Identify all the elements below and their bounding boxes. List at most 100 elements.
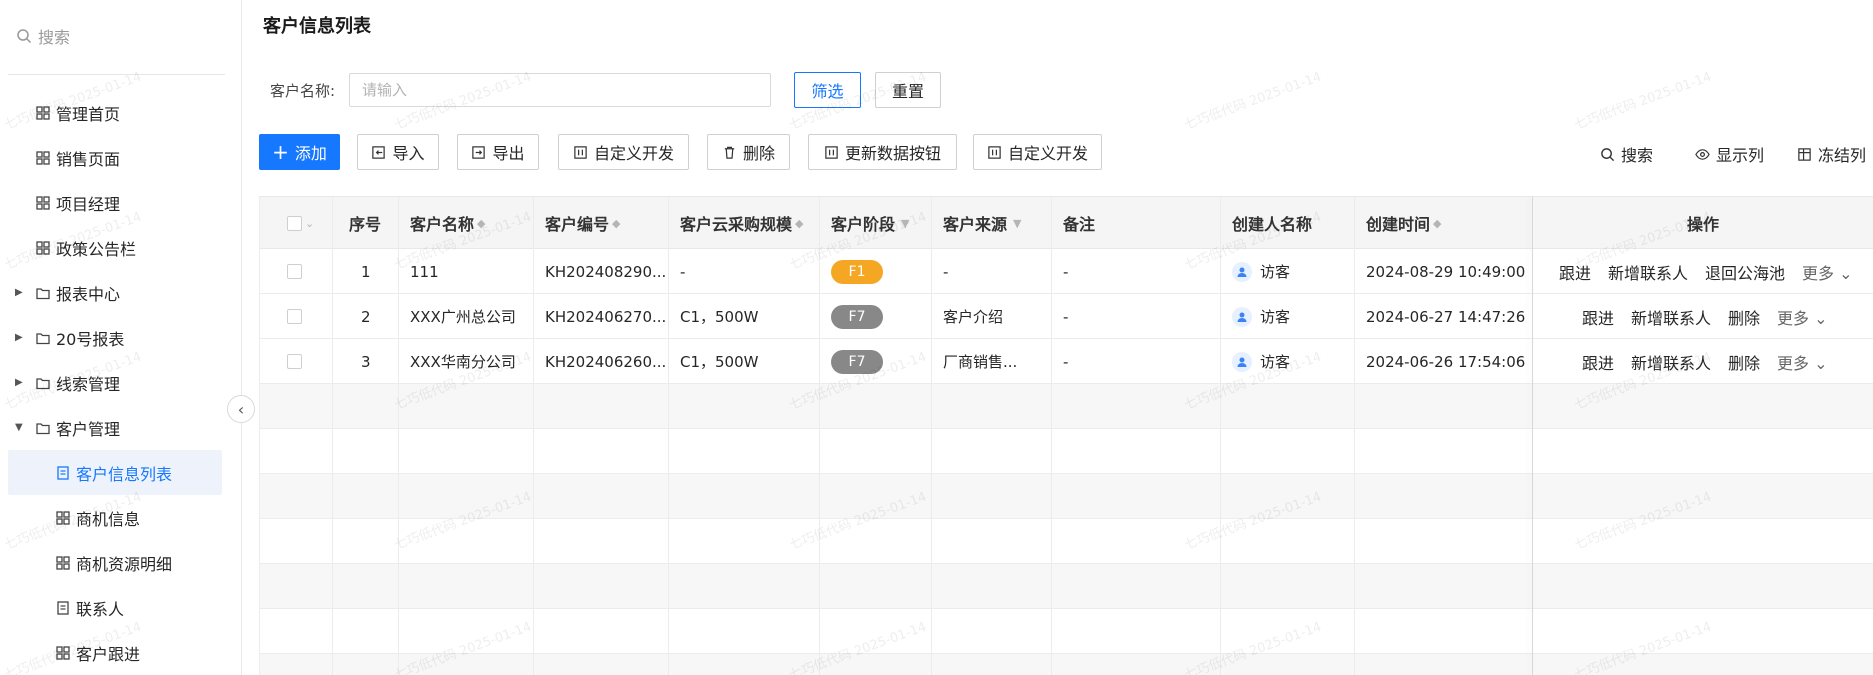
cell-creator: 访客 — [1260, 308, 1291, 326]
grid-icon — [35, 240, 51, 256]
col-code[interactable]: 客户编号 ◆ — [545, 197, 620, 249]
freeze-columns-tool[interactable]: 冻结列 — [1797, 142, 1866, 166]
empty-row — [259, 564, 1873, 609]
grid-icon — [35, 150, 51, 166]
form-icon — [55, 600, 71, 616]
sidebar-divider — [8, 74, 225, 75]
followup-link[interactable]: 跟进 — [1559, 260, 1591, 284]
filter-icon[interactable]: ▼ — [901, 217, 909, 230]
user-avatar-icon — [1232, 306, 1252, 327]
column-divider — [398, 197, 399, 675]
add-contact-link[interactable]: 新增联系人 — [1631, 305, 1711, 329]
more-label: 更多 — [1777, 308, 1810, 328]
sidebar-item-label: 管理首页 — [56, 104, 121, 124]
stage-badge: F7 — [831, 304, 883, 329]
sidebar-item-opportunity-detail[interactable]: 商机资源明细 — [0, 540, 242, 585]
select-all-checkbox[interactable]: ⌄ — [287, 197, 314, 249]
table-row[interactable]: 1 111 KH202408290... - F1 - - 访客 2024-08… — [259, 249, 1873, 294]
cell-created: 2024-06-27 14:47:26 — [1366, 307, 1526, 326]
col-stage[interactable]: 客户阶段 ▼ — [831, 197, 909, 249]
sidebar-item-opportunity[interactable]: 商机信息 — [0, 495, 242, 540]
empty-row — [259, 474, 1873, 519]
grid-icon — [55, 510, 71, 526]
sort-icon[interactable]: ◆ — [477, 217, 485, 230]
reset-button[interactable]: 重置 — [875, 72, 941, 108]
filter-icon[interactable]: ▼ — [1013, 217, 1021, 230]
delete-button[interactable]: 删除 — [707, 134, 790, 170]
delete-link[interactable]: 删除 — [1728, 305, 1760, 329]
sidebar-item-label: 联系人 — [76, 599, 125, 619]
row-checkbox[interactable] — [287, 309, 302, 324]
add-contact-link[interactable]: 新增联系人 — [1608, 260, 1688, 284]
sidebar-item-customer-list[interactable]: 客户信息列表 — [8, 450, 222, 495]
checkbox[interactable] — [287, 215, 302, 231]
sidebar-collapse-button[interactable]: ‹ — [227, 395, 255, 423]
add-button[interactable]: + 添加 — [259, 134, 340, 170]
column-divider — [931, 197, 932, 675]
empty-row — [259, 429, 1873, 474]
cell-index: 1 — [361, 262, 371, 281]
sidebar-item-project-manager[interactable]: 项目经理 — [0, 180, 242, 225]
grid-icon — [55, 555, 71, 571]
cell-remark: - — [1063, 352, 1069, 371]
sidebar-item-label: 客户跟进 — [76, 644, 141, 664]
update-data-button[interactable]: 更新数据按钮 — [808, 134, 957, 170]
show-columns-tool[interactable]: 显示列 — [1695, 142, 1764, 166]
folder-icon — [35, 285, 51, 301]
sidebar-item-followup[interactable]: 客户跟进 — [0, 630, 242, 675]
sidebar-item-label: 项目经理 — [56, 194, 121, 214]
plus-icon: + — [272, 140, 289, 164]
search-tool[interactable]: 搜索 — [1600, 142, 1653, 166]
table-header: ⌄ 序号 客户名称 ◆ 客户编号 ◆ 客户云采购规模 ◆ 客户阶段 ▼ 客户来源 ▼ 备注… — [259, 197, 1873, 249]
sidebar-item-policy[interactable]: 政策公告栏 — [0, 225, 242, 270]
filter-button[interactable]: 筛选 — [794, 72, 861, 108]
export-button[interactable]: 导出 — [457, 134, 539, 170]
add-contact-link[interactable]: 新增联系人 — [1631, 350, 1711, 374]
chevron-down-icon: ⌄ — [1839, 263, 1853, 283]
row-checkbox[interactable] — [287, 264, 302, 279]
caret-right-icon: ▶ — [15, 287, 23, 298]
watermark: 七巧低代码 2025-01-14 — [1572, 69, 1714, 134]
col-created[interactable]: 创建时间 ◆ — [1366, 197, 1441, 249]
sidebar-menu: 管理首页 销售页面 项目经理 政策公告栏 ▶ 报表中心 ▶ 20号报表 ▶ 线索… — [0, 90, 242, 675]
col-scale[interactable]: 客户云采购规模 ◆ — [680, 197, 803, 249]
cell-name: XXX华南分公司 — [410, 353, 516, 371]
more-link[interactable]: 更多 ⌄ — [1777, 350, 1828, 374]
col-stage-label: 客户阶段 — [831, 215, 896, 234]
sidebar-item-customer-mgmt[interactable]: ▼ 客户管理 — [0, 405, 242, 450]
custom-dev-button[interactable]: 自定义开发 — [558, 134, 689, 170]
cell-scale: C1，500W — [680, 308, 759, 326]
watermark: 七巧低代码 2025-01-14 — [1182, 69, 1324, 134]
sidebar-item-sales[interactable]: 销售页面 — [0, 135, 242, 180]
sidebar-item-home[interactable]: 管理首页 — [0, 90, 242, 135]
return-pool-link[interactable]: 退回公海池 — [1705, 260, 1785, 284]
table-row[interactable]: 3 XXX华南分公司 KH202406260... C1，500W F7 厂商销… — [259, 339, 1873, 384]
more-link[interactable]: 更多 ⌄ — [1802, 260, 1853, 284]
sort-icon[interactable]: ◆ — [795, 217, 803, 230]
followup-link[interactable]: 跟进 — [1582, 305, 1614, 329]
cell-index: 2 — [361, 307, 371, 326]
sidebar-item-report-center[interactable]: ▶ 报表中心 — [0, 270, 242, 315]
fixed-column-divider — [1532, 197, 1533, 675]
delete-link[interactable]: 删除 — [1728, 350, 1760, 374]
table-row[interactable]: 2 XXX广州总公司 KH202406270... C1，500W F7 客户介… — [259, 294, 1873, 339]
followup-link[interactable]: 跟进 — [1582, 350, 1614, 374]
col-name[interactable]: 客户名称 ◆ — [410, 197, 485, 249]
sort-icon[interactable]: ◆ — [612, 217, 620, 230]
sidebar-item-contacts[interactable]: 联系人 — [0, 585, 242, 630]
sidebar-item-leads[interactable]: ▶ 线索管理 — [0, 360, 242, 405]
sort-icon[interactable]: ◆ — [1433, 217, 1441, 230]
sidebar-search[interactable]: 搜索 — [16, 24, 70, 48]
import-button[interactable]: 导入 — [357, 134, 439, 170]
column-divider — [1220, 197, 1221, 675]
more-link[interactable]: 更多 ⌄ — [1777, 305, 1828, 329]
customer-name-input[interactable] — [349, 73, 771, 107]
caret-right-icon: ▶ — [15, 377, 23, 388]
sidebar-item-report-20[interactable]: ▶ 20号报表 — [0, 315, 242, 360]
sidebar-item-label: 商机信息 — [76, 509, 141, 529]
custom-dev-button-2[interactable]: 自定义开发 — [973, 134, 1102, 170]
col-source[interactable]: 客户来源 ▼ — [943, 197, 1021, 249]
row-checkbox[interactable] — [287, 354, 302, 369]
col-creator: 创建人名称 — [1232, 215, 1313, 234]
cell-code: KH202406270... — [545, 307, 667, 326]
